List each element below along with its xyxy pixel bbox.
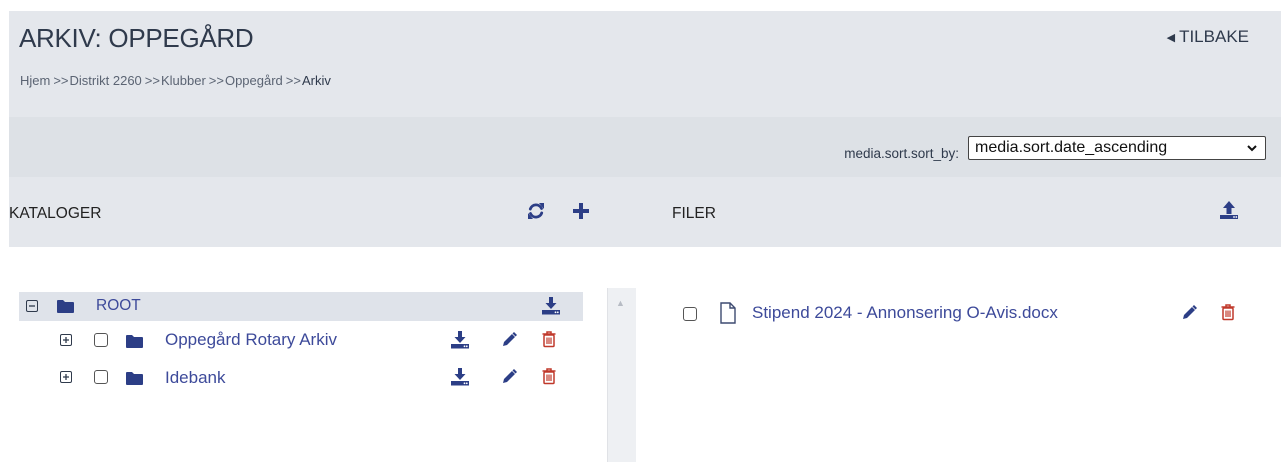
- sort-selected-value: media.sort.date_ascending: [975, 139, 1168, 156]
- page-header: ARKIV: OPPEGÅRD ◀ TILBAKE Hjem >>Distrikt …: [9, 11, 1281, 117]
- files-title: FILER: [672, 205, 716, 222]
- panel-header-bar: KATALOGER FILER: [9, 177, 1281, 247]
- back-arrow-icon: ◀: [1166, 32, 1176, 44]
- folder-icon: [56, 298, 75, 319]
- download-icon[interactable]: [450, 367, 470, 392]
- catalogs-title: KATALOGER: [9, 205, 102, 222]
- add-folder-icon[interactable]: [571, 201, 591, 226]
- sort-bar: media.sort.sort_by: media.sort.date_asce…: [9, 117, 1281, 177]
- sort-select[interactable]: media.sort.date_ascending: [968, 136, 1266, 160]
- breadcrumb-oppegard[interactable]: Oppegård: [225, 73, 283, 88]
- download-icon[interactable]: [450, 330, 470, 355]
- tree-root-row[interactable]: ROOT: [19, 292, 583, 321]
- file-icon: [719, 302, 737, 329]
- delete-icon[interactable]: [541, 330, 557, 353]
- breadcrumb: Hjem >>Distrikt 2260 >>Klubber >>Oppegård >>…: [20, 73, 331, 88]
- file-row[interactable]: Stipend 2024 - Annonsering O-Avis.docx: [681, 300, 1251, 330]
- page-title: ARKIV: OPPEGÅRD: [19, 23, 254, 53]
- file-name[interactable]: Stipend 2024 - Annonsering O-Avis.docx: [752, 303, 1058, 323]
- edit-icon[interactable]: [500, 331, 518, 354]
- download-icon[interactable]: [541, 296, 561, 321]
- folder-icon: [125, 333, 144, 354]
- expand-icon[interactable]: [60, 334, 72, 346]
- chevron-down-icon: [1246, 137, 1258, 167]
- breadcrumb-separator: >>: [208, 73, 224, 88]
- refresh-icon[interactable]: [526, 201, 546, 226]
- upload-icon[interactable]: [1218, 199, 1240, 226]
- breadcrumb-klubber[interactable]: Klubber: [161, 73, 206, 88]
- delete-icon[interactable]: [1220, 303, 1236, 326]
- tree-root-label[interactable]: ROOT: [96, 297, 141, 315]
- breadcrumb-distrikt[interactable]: Distrikt 2260: [70, 73, 142, 88]
- tree-item[interactable]: Idebank: [19, 359, 583, 397]
- tree-scrollbar[interactable]: ▲: [607, 288, 636, 462]
- sort-label: media.sort.sort_by:: [844, 146, 959, 161]
- edit-icon[interactable]: [500, 368, 518, 391]
- edit-icon[interactable]: [1180, 304, 1198, 327]
- tree-item-label[interactable]: Oppegård Rotary Arkiv: [165, 330, 337, 350]
- breadcrumb-arkiv: Arkiv: [301, 73, 331, 88]
- breadcrumb-separator: >>: [285, 73, 301, 88]
- scroll-up-icon[interactable]: ▲: [616, 298, 625, 308]
- tree-item-checkbox[interactable]: [94, 370, 108, 384]
- folder-icon: [125, 370, 144, 391]
- back-button[interactable]: ◀ TILBAKE: [1167, 27, 1249, 47]
- back-label: TILBAKE: [1179, 27, 1249, 46]
- catalog-tree: ROOT Oppegård Rotary Arkiv Idebank: [19, 292, 583, 397]
- tree-item-label[interactable]: Idebank: [165, 368, 226, 388]
- expand-icon[interactable]: [60, 371, 72, 383]
- breadcrumb-separator: >>: [144, 73, 160, 88]
- tree-item[interactable]: Oppegård Rotary Arkiv: [19, 321, 583, 359]
- file-checkbox[interactable]: [683, 307, 697, 321]
- tree-item-checkbox[interactable]: [94, 333, 108, 347]
- breadcrumb-separator: >>: [53, 73, 69, 88]
- delete-icon[interactable]: [541, 367, 557, 390]
- collapse-icon[interactable]: [26, 300, 38, 312]
- breadcrumb-home[interactable]: Hjem: [20, 73, 50, 88]
